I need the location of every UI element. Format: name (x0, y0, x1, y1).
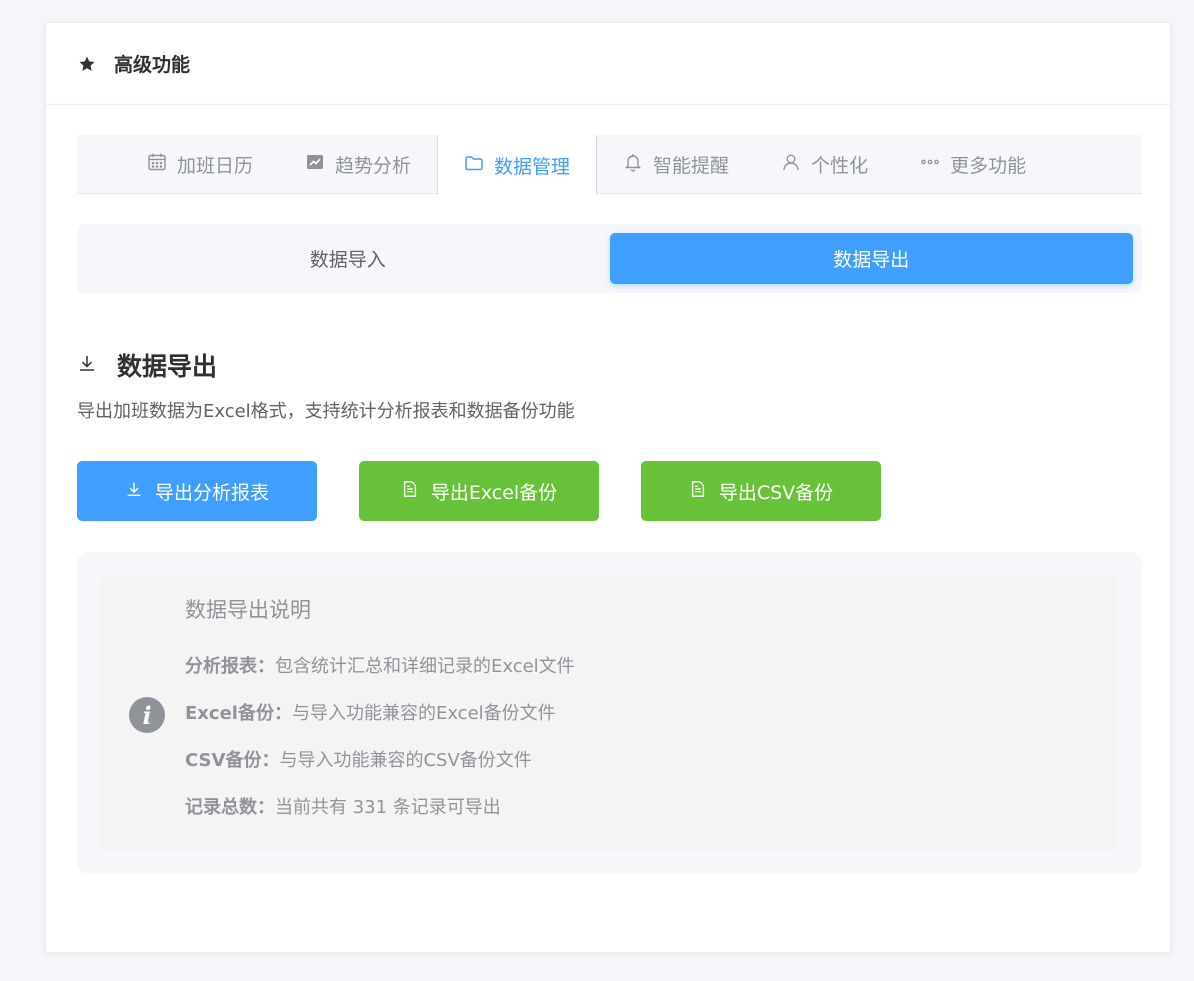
tab-label: 趋势分析 (335, 155, 412, 177)
tab-more-features[interactable]: 更多功能 (894, 135, 1052, 194)
info-line-csv: CSV备份：与导入功能兼容的CSV备份文件 (185, 746, 532, 772)
info-text: 与导入功能兼容的CSV备份文件 (279, 750, 532, 771)
tab-smart-reminder[interactable]: 智能提醒 (597, 135, 755, 194)
info-line-report: 分析报表：包含统计汇总和详细记录的Excel文件 (185, 652, 575, 678)
info-line-record-count: 记录总数：当前共有 331 条记录可导出 (185, 793, 501, 819)
section-title: 数据导出 (117, 352, 218, 381)
more-dots-icon (920, 152, 950, 177)
trend-chart-icon (305, 152, 335, 177)
info-text: 包含统计汇总和详细记录的Excel文件 (275, 656, 575, 677)
download-icon (125, 480, 155, 503)
folder-icon (464, 153, 494, 178)
feature-tabs: 加班日历 趋势分析 数据管理 智能提醒 个性化 更多功能 (77, 135, 1142, 195)
export-excel-backup-button[interactable]: 导出Excel备份 (359, 461, 599, 521)
export-csv-backup-button[interactable]: 导出CSV备份 (641, 461, 881, 521)
tab-personalization[interactable]: 个性化 (755, 135, 894, 194)
button-label: 导出CSV备份 (718, 481, 834, 504)
info-title: 数据导出说明 (185, 598, 311, 622)
info-text: 当前共有 331 条记录可导出 (275, 797, 501, 818)
tab-label: 个性化 (811, 155, 869, 177)
info-icon: i (128, 696, 166, 738)
info-label: 记录总数： (185, 797, 275, 818)
export-report-button[interactable]: 导出分析报表 (77, 461, 317, 521)
tab-label: 智能提醒 (653, 155, 730, 177)
download-icon (77, 353, 117, 377)
segment-data-import[interactable]: 数据导入 (86, 233, 610, 284)
info-label: 分析报表： (185, 656, 275, 677)
export-info-panel: i 数据导出说明 分析报表：包含统计汇总和详细记录的Excel文件 Excel备… (77, 552, 1142, 874)
info-label: CSV备份： (185, 750, 280, 771)
export-info-alert: i 数据导出说明 分析报表：包含统计汇总和详细记录的Excel文件 Excel备… (101, 576, 1118, 850)
section-heading: 数据导出 (77, 347, 217, 383)
card-header: 高级功能 (46, 23, 1170, 105)
button-label: 导出分析报表 (154, 481, 269, 504)
card-title: 高级功能 (114, 54, 191, 76)
info-text: 与导入功能兼容的Excel备份文件 (291, 703, 556, 724)
bell-icon (623, 152, 653, 177)
user-icon (781, 152, 811, 177)
tab-trend-analysis[interactable]: 趋势分析 (279, 135, 437, 194)
document-icon (689, 480, 719, 503)
advanced-features-card: 高级功能 加班日历 趋势分析 数据管理 智能提醒 个性化 更多功能 数据导入 数… (45, 22, 1171, 953)
info-line-excel: Excel备份：与导入功能兼容的Excel备份文件 (185, 699, 556, 725)
info-label: Excel备份： (185, 703, 292, 724)
calendar-icon (147, 152, 177, 177)
svg-text:i: i (142, 701, 151, 730)
button-label: 导出Excel备份 (430, 481, 558, 504)
tab-overtime-calendar[interactable]: 加班日历 (77, 135, 279, 194)
tab-label: 数据管理 (494, 155, 571, 178)
tab-data-management[interactable]: 数据管理 (437, 135, 598, 195)
section-description: 导出加班数据为Excel格式，支持统计分析报表和数据备份功能 (77, 401, 575, 422)
segment-data-export[interactable]: 数据导出 (609, 233, 1133, 284)
import-export-switch: 数据导入 数据导出 (77, 224, 1142, 293)
star-icon (78, 55, 96, 73)
tab-label: 更多功能 (950, 155, 1027, 177)
document-icon (401, 480, 431, 503)
tab-label: 加班日历 (177, 155, 254, 177)
